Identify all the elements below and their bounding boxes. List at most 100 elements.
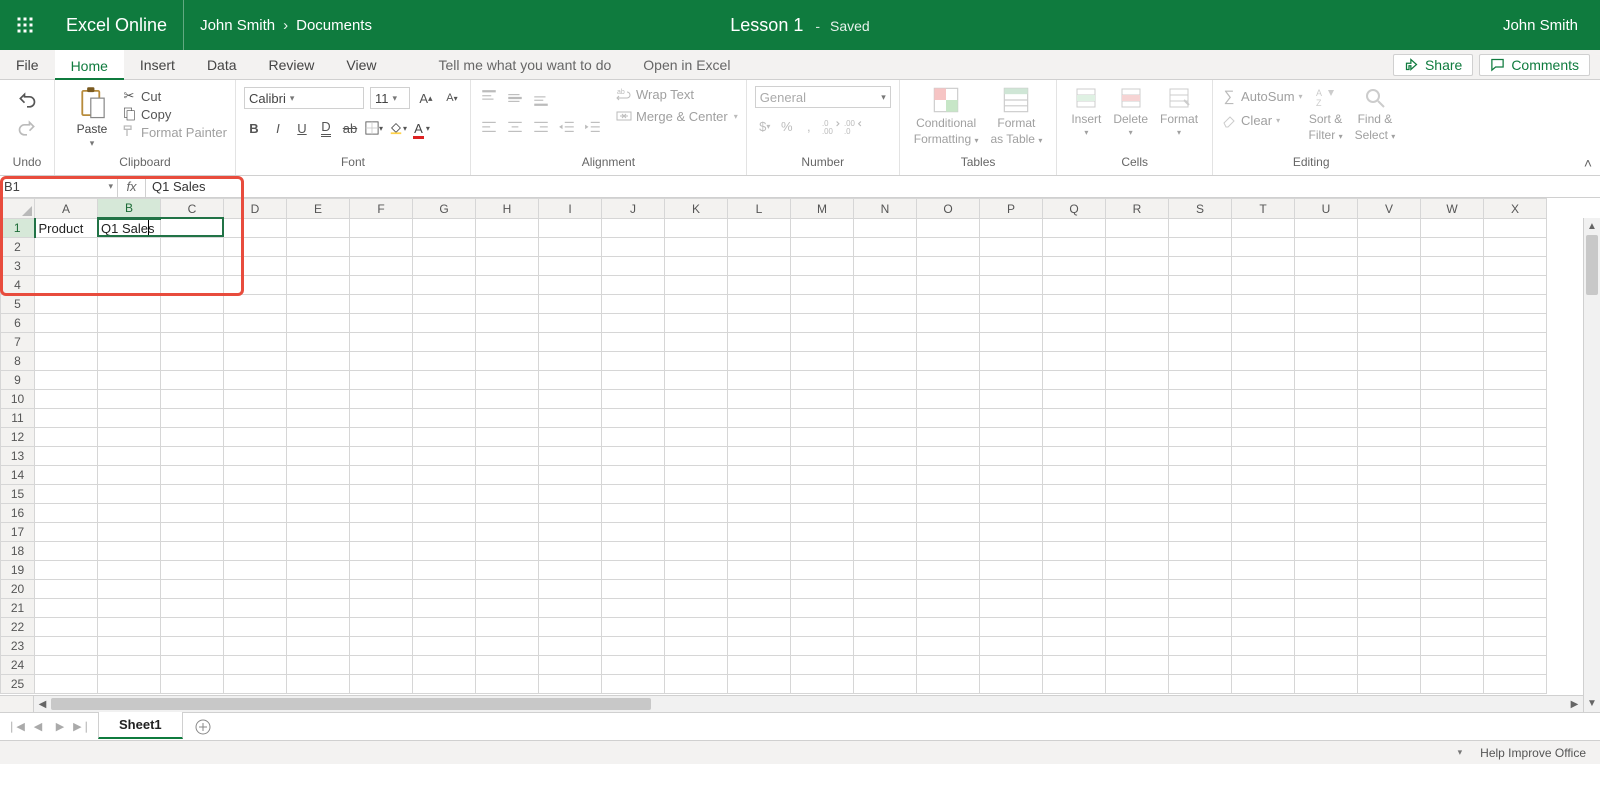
cut-button[interactable]: ✂Cut [121,88,227,104]
cell-C14[interactable] [161,466,224,485]
cell-C25[interactable] [161,675,224,694]
cell-U24[interactable] [1295,656,1358,675]
cell-Q8[interactable] [1043,352,1106,371]
italic-button[interactable]: I [268,118,288,138]
scroll-right-button[interactable]: ▶ [1566,699,1583,710]
cell-N8[interactable] [854,352,917,371]
redo-button[interactable] [16,118,38,140]
cell-M1[interactable] [791,219,854,238]
column-header-A[interactable]: A [35,199,98,219]
comma-button[interactable]: , [799,116,819,136]
cell-O9[interactable] [917,371,980,390]
cell-I14[interactable] [539,466,602,485]
row-header-11[interactable]: 11 [1,409,35,428]
cell-G19[interactable] [413,561,476,580]
cell-K19[interactable] [665,561,728,580]
vertical-scrollbar[interactable]: ▲ ▼ [1583,218,1600,712]
cell-F20[interactable] [350,580,413,599]
cell-U22[interactable] [1295,618,1358,637]
cell-L5[interactable] [728,295,791,314]
cell-M15[interactable] [791,485,854,504]
cell-W2[interactable] [1421,238,1484,257]
cell-U7[interactable] [1295,333,1358,352]
cell-H15[interactable] [476,485,539,504]
cell-S20[interactable] [1169,580,1232,599]
cell-N3[interactable] [854,257,917,276]
sheet-nav-first[interactable]: ❘◀ [6,717,26,737]
app-name[interactable]: Excel Online [50,0,184,50]
cell-Q24[interactable] [1043,656,1106,675]
cell-V9[interactable] [1358,371,1421,390]
cell-J16[interactable] [602,504,665,523]
h-scroll-thumb[interactable] [51,698,651,710]
column-header-J[interactable]: J [602,199,665,219]
cell-D1[interactable] [224,219,287,238]
cell-W19[interactable] [1421,561,1484,580]
cell-K7[interactable] [665,333,728,352]
cell-B13[interactable] [98,447,161,466]
spreadsheet-grid[interactable]: ABCDEFGHIJKLMNOPQRSTUVWX1ProductQ1 Sales… [0,198,1600,695]
cell-Q23[interactable] [1043,637,1106,656]
cell-M4[interactable] [791,276,854,295]
cell-K4[interactable] [665,276,728,295]
cell-T5[interactable] [1232,295,1295,314]
cell-J14[interactable] [602,466,665,485]
cell-X18[interactable] [1484,542,1547,561]
cell-J23[interactable] [602,637,665,656]
cell-N16[interactable] [854,504,917,523]
cell-C7[interactable] [161,333,224,352]
cell-S24[interactable] [1169,656,1232,675]
cell-N22[interactable] [854,618,917,637]
cell-K8[interactable] [665,352,728,371]
cell-P23[interactable] [980,637,1043,656]
cell-J19[interactable] [602,561,665,580]
cell-I12[interactable] [539,428,602,447]
cell-R24[interactable] [1106,656,1169,675]
cell-T11[interactable] [1232,409,1295,428]
cell-R21[interactable] [1106,599,1169,618]
cell-U10[interactable] [1295,390,1358,409]
column-header-T[interactable]: T [1232,199,1295,219]
cell-E24[interactable] [287,656,350,675]
cell-P19[interactable] [980,561,1043,580]
cell-P3[interactable] [980,257,1043,276]
row-header-25[interactable]: 25 [1,675,35,694]
cell-A20[interactable] [35,580,98,599]
v-scroll-thumb[interactable] [1586,235,1598,295]
cell-C8[interactable] [161,352,224,371]
cell-H21[interactable] [476,599,539,618]
cell-B20[interactable] [98,580,161,599]
cell-L8[interactable] [728,352,791,371]
cell-S16[interactable] [1169,504,1232,523]
row-header-8[interactable]: 8 [1,352,35,371]
align-left-button[interactable] [479,118,499,138]
cell-T9[interactable] [1232,371,1295,390]
cell-L4[interactable] [728,276,791,295]
cell-Q21[interactable] [1043,599,1106,618]
cell-K14[interactable] [665,466,728,485]
cell-M7[interactable] [791,333,854,352]
cell-J10[interactable] [602,390,665,409]
cell-H11[interactable] [476,409,539,428]
cell-F13[interactable] [350,447,413,466]
increase-decimal-button[interactable]: .0.00 [821,116,841,136]
cell-T17[interactable] [1232,523,1295,542]
cell-E9[interactable] [287,371,350,390]
cell-V17[interactable] [1358,523,1421,542]
cell-H23[interactable] [476,637,539,656]
column-header-I[interactable]: I [539,199,602,219]
cell-J2[interactable] [602,238,665,257]
cell-R18[interactable] [1106,542,1169,561]
cell-A13[interactable] [35,447,98,466]
align-bottom-button[interactable] [531,88,551,108]
cell-Q12[interactable] [1043,428,1106,447]
cell-V25[interactable] [1358,675,1421,694]
cell-F1[interactable] [350,219,413,238]
cell-K18[interactable] [665,542,728,561]
cell-O12[interactable] [917,428,980,447]
cell-D22[interactable] [224,618,287,637]
cell-F23[interactable] [350,637,413,656]
cell-X17[interactable] [1484,523,1547,542]
cell-K16[interactable] [665,504,728,523]
cell-G10[interactable] [413,390,476,409]
